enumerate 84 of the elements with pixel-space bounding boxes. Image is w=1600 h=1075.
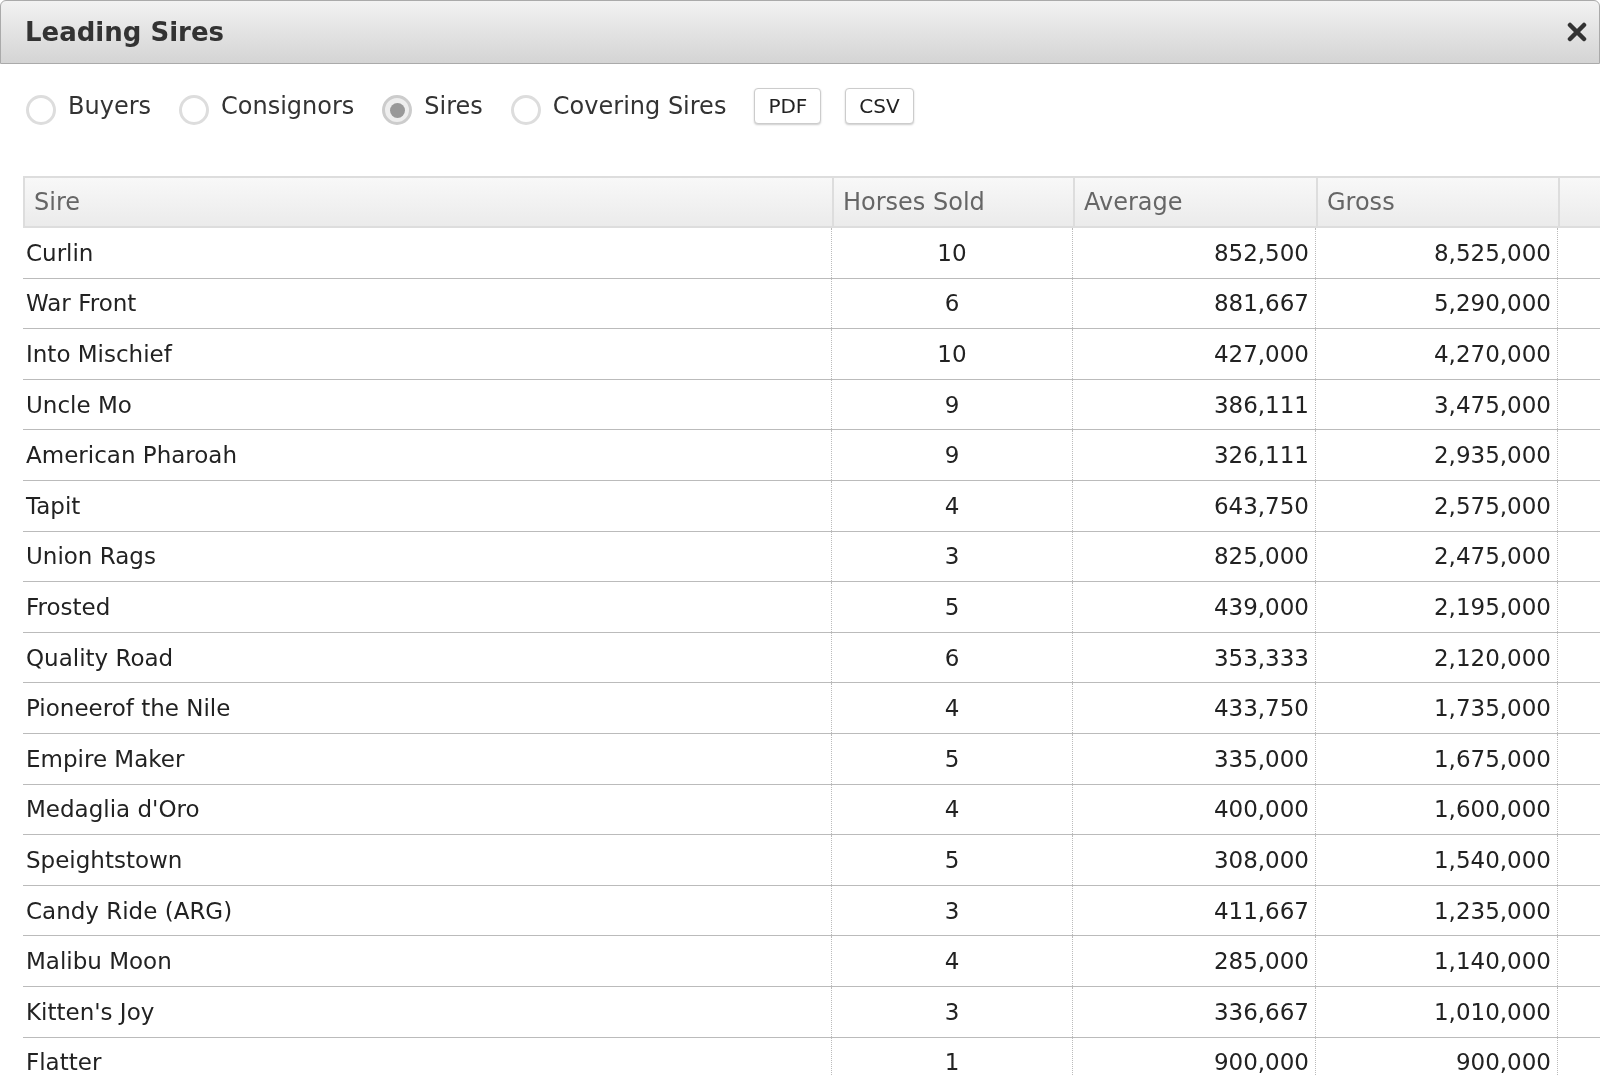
table-cell: 1,675,000 [1316,733,1558,784]
column-header[interactable]: Average [1075,178,1318,226]
table-cell: 4 [832,683,1073,733]
table-cell: War Front [23,278,832,329]
table-cell: Kitten's Joy [23,986,832,1037]
table-cell: 1,735,000 [1316,683,1558,733]
table-cell: Speightstown [23,835,832,885]
table-cell: 1,235,000 [1316,885,1558,936]
table-cell: Curlin [23,228,832,278]
table-cell: 9 [832,379,1073,430]
table-cell: Into Mischief [23,329,832,379]
table-cell: 3 [832,986,1073,1037]
radio-button[interactable] [179,95,209,125]
table-cell: 336,667 [1073,986,1316,1037]
table-cell: 900,000 [1073,1037,1316,1075]
table-cell: 825,000 [1073,531,1316,582]
table-cell: 353,333 [1073,632,1316,683]
table-cell: Tapit [23,480,832,531]
radio-label[interactable]: Covering Sires [552,92,727,120]
table-cell: 1,010,000 [1316,986,1558,1037]
table-cell: 427,000 [1073,329,1316,379]
table-cell: Flatter [23,1037,832,1075]
table-cell: 1,540,000 [1316,835,1558,885]
table-cell: 433,750 [1073,683,1316,733]
table-cell: 285,000 [1073,936,1316,986]
table-cell: Quality Road [23,632,832,683]
table-cell: Malibu Moon [23,936,832,986]
table-cell: 335,000 [1073,733,1316,784]
table-cell: 3,475,000 [1316,379,1558,430]
column-header[interactable]: Sire [25,178,834,226]
table-cell: 900,000 [1316,1037,1558,1075]
table-cell: 1 [832,1037,1073,1075]
table-cell: 4 [832,936,1073,986]
table-cell: 1,600,000 [1316,784,1558,835]
table-cell: Empire Maker [23,733,832,784]
table-cell: Candy Ride (ARG) [23,885,832,936]
table-cell: 326,111 [1073,430,1316,480]
table-cell: 386,111 [1073,379,1316,430]
table-cell: 2,120,000 [1316,632,1558,683]
table-cell: 308,000 [1073,835,1316,885]
window-title: Leading Sires [25,17,224,47]
table-cell: 4 [832,784,1073,835]
table-cell: 2,475,000 [1316,531,1558,582]
table-cell: 5 [832,835,1073,885]
table-cell: 1,140,000 [1316,936,1558,986]
table-cell: 2,575,000 [1316,480,1558,531]
table-cell: 9 [832,430,1073,480]
table-cell: 4,270,000 [1316,329,1558,379]
radio-label[interactable]: Buyers [68,92,151,120]
table-cell: 10 [832,329,1073,379]
table-cell: 3 [832,885,1073,936]
table-cell: 2,195,000 [1316,582,1558,632]
radio-button[interactable] [382,95,413,125]
table-cell: 411,667 [1073,885,1316,936]
table-cell: 400,000 [1073,784,1316,835]
radio-button[interactable] [26,95,56,125]
table-cell: 6 [832,632,1073,683]
table-cell: Uncle Mo [23,379,832,430]
table-cell: 4 [832,480,1073,531]
table-cell: 643,750 [1073,480,1316,531]
table-cell: Frosted [23,582,832,632]
table-cell: 6 [832,278,1073,329]
table-cell: 3 [832,531,1073,582]
table-cell: 5 [832,733,1073,784]
table-cell: 439,000 [1073,582,1316,632]
table-cell: 8,525,000 [1316,228,1558,278]
column-header[interactable]: Horses Sold [834,178,1075,226]
table-cell: 881,667 [1073,278,1316,329]
radio-label[interactable]: Sires [424,92,483,120]
radio-button[interactable] [510,95,541,125]
radio-label[interactable]: Consignors [221,92,355,120]
table-cell: 2,935,000 [1316,430,1558,480]
export-button[interactable]: PDF [754,88,822,124]
table-cell: 852,500 [1073,228,1316,278]
table-cell: Medaglia d'Oro [23,784,832,835]
table-cell: Pioneerof the Nile [23,683,832,733]
table-cell: Union Rags [23,531,832,582]
column-header[interactable]: Gross [1318,178,1560,226]
table-cell: 5,290,000 [1316,278,1558,329]
export-button[interactable]: CSV [845,88,914,124]
table-cell: 5 [832,582,1073,632]
table-cell: 10 [832,228,1073,278]
close-icon[interactable] [1567,22,1587,42]
table-cell: American Pharoah [23,430,832,480]
